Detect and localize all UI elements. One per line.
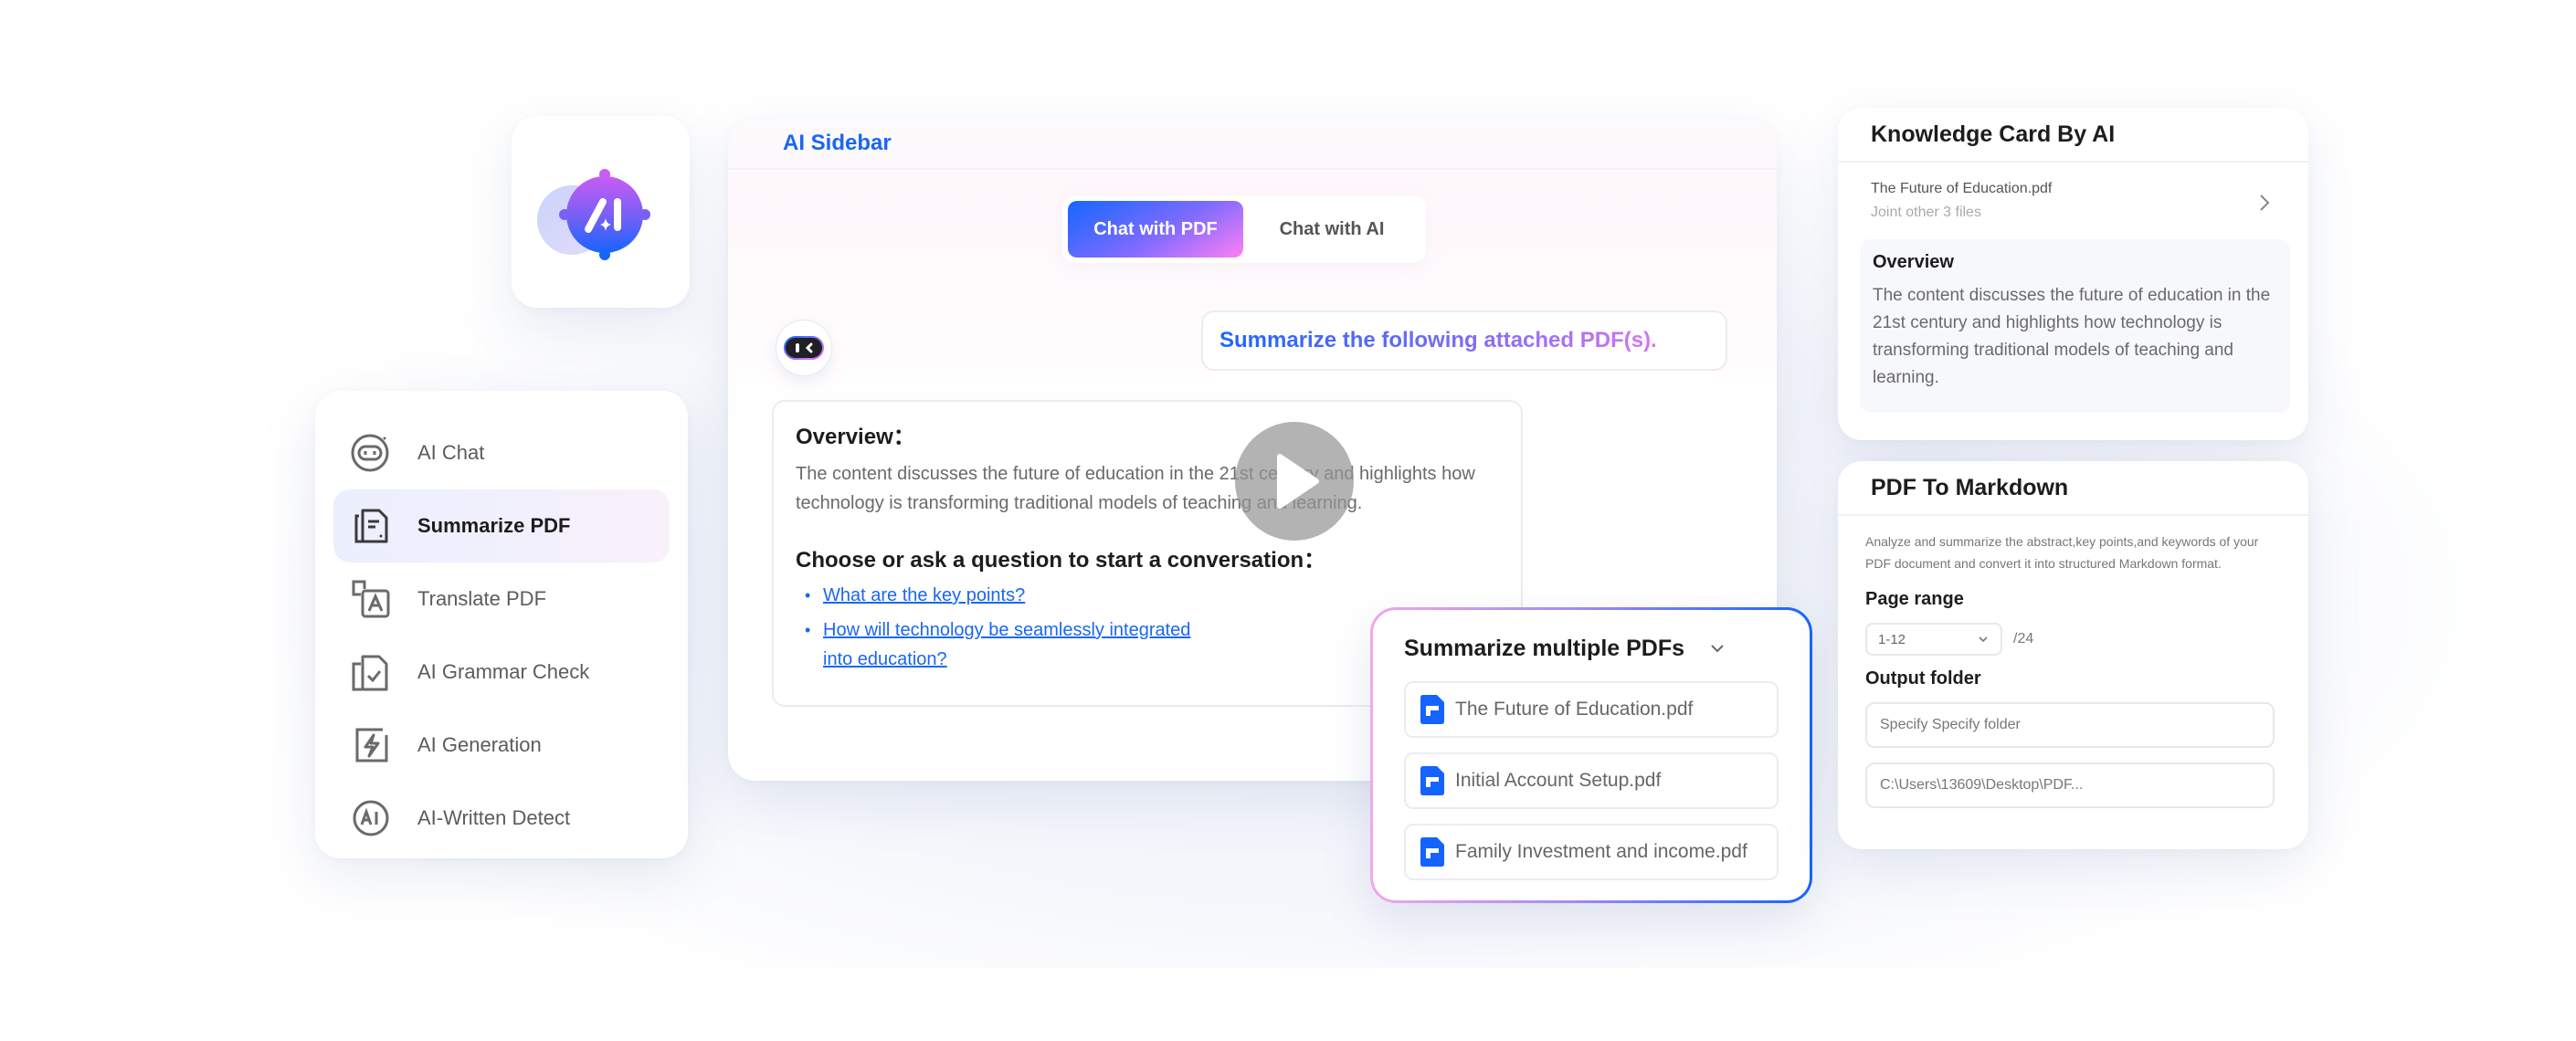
overview-text: The content discusses the future of educ… (1873, 286, 2271, 387)
pdf-file-icon (1420, 766, 1444, 795)
user-message-bubble: Summarize the following attached PDF(s). (1201, 310, 1727, 371)
chat-mode-tabs: Chat with PDF Chat with AI (1062, 195, 1426, 263)
feature-sidebar: AI Chat Summarize PDF Translate PDF AI G… (315, 391, 688, 858)
folder-input[interactable]: Specify Specify folder (1865, 702, 2275, 748)
sidebar-item-summarize-pdf[interactable]: Summarize PDF (333, 489, 670, 563)
sidebar-item-label: AI Chat (417, 441, 485, 464)
tab-chat-with-pdf[interactable]: Chat with PDF (1068, 201, 1243, 258)
knowledge-card-panel: Knowledge Card By AI The Future of Educa… (1838, 108, 2308, 440)
ai-detect-icon (350, 797, 392, 839)
markdown-title: PDF To Markdown (1838, 461, 2308, 516)
robot-chat-icon (350, 432, 392, 474)
sidebar-item-label: Summarize PDF (417, 514, 571, 537)
sidebar-item-ai-chat[interactable]: AI Chat (333, 416, 670, 489)
page-range-select[interactable]: 1-12 (1865, 623, 2002, 656)
sidebar-item-label: AI Generation (417, 733, 542, 756)
question-item: What are the key points? (805, 581, 1499, 610)
knowledge-overview-box: Overview The content discusses the futur… (1860, 239, 2290, 413)
sidebar-item-label: AI Grammar Check (417, 660, 590, 683)
panel-title: AI Sidebar (783, 131, 892, 155)
bot-avatar (776, 320, 832, 376)
play-video-button[interactable] (1235, 422, 1354, 541)
pdf-file-icon (1420, 695, 1444, 724)
chevron-right-icon[interactable] (2257, 192, 2272, 214)
file-subtitle: Joint other 3 files (1871, 205, 1981, 220)
grammar-check-icon (350, 651, 392, 693)
file-name: Family Investment and income.pdf (1455, 841, 1747, 862)
file-name: Initial Account Setup.pdf (1455, 770, 1662, 791)
overview-heading: Overview (1873, 252, 1954, 272)
overview-heading: Overview： (796, 425, 915, 449)
file-name: The Future of Education.pdf (1871, 181, 2053, 196)
file-item[interactable]: Initial Account Setup.pdf (1404, 752, 1779, 809)
sidebar-item-translate-pdf[interactable]: Translate PDF (333, 563, 670, 636)
knowledge-card-title: Knowledge Card By AI (1838, 108, 2308, 163)
summarize-doc-icon (350, 505, 392, 547)
questions-heading: Choose or ask a question to start a conv… (796, 548, 1326, 573)
output-folder-label: Output folder (1865, 668, 1981, 689)
page-total: /24 (2013, 631, 2034, 647)
multi-pdf-title: Summarize multiple PDFs (1404, 635, 1685, 661)
markdown-description: Analyze and summarize the abstract,key p… (1865, 534, 2259, 571)
file-name: The Future of Education.pdf (1455, 699, 1694, 720)
question-link[interactable]: How will technology be seamlessly integr… (823, 615, 1225, 674)
question-link[interactable]: What are the key points? (823, 581, 1225, 610)
play-icon (1277, 454, 1319, 509)
panel-header: AI Sidebar (728, 119, 1777, 170)
logo-card (512, 116, 690, 308)
sidebar-item-grammar-check[interactable]: AI Grammar Check (333, 636, 670, 709)
sidebar-item-ai-written-detect[interactable]: AI-Written Detect (333, 782, 670, 855)
chevron-down-icon (1979, 636, 1988, 643)
folder-path-field[interactable]: C:\Users\13609\Desktop\PDF... (1865, 762, 2275, 808)
overview-text: The content discusses the future of educ… (796, 464, 1475, 513)
bot-face-icon (784, 336, 824, 360)
tab-chat-with-ai[interactable]: Chat with AI (1243, 201, 1420, 258)
sidebar-item-label: Translate PDF (417, 587, 547, 610)
multi-pdf-header[interactable]: Summarize multiple PDFs (1404, 630, 1779, 667)
sidebar-item-ai-generation[interactable]: AI Generation (333, 709, 670, 782)
page-range-label: Page range (1865, 589, 1964, 609)
pdf-file-icon (1420, 837, 1444, 867)
knowledge-card-file[interactable]: The Future of Education.pdf Joint other … (1838, 163, 2308, 236)
page-range-value: 1-12 (1878, 631, 1906, 647)
sidebar-item-label: AI-Written Detect (417, 806, 571, 829)
user-message-text: Summarize the following attached PDF(s). (1219, 328, 1657, 352)
pdf-to-markdown-panel: PDF To Markdown Analyze and summarize th… (1838, 461, 2308, 849)
chevron-down-icon[interactable] (1708, 639, 1726, 657)
file-item[interactable]: The Future of Education.pdf (1404, 681, 1779, 738)
ai-logo-icon (537, 160, 665, 269)
translate-icon (350, 578, 392, 620)
summarize-multiple-pdfs-card: Summarize multiple PDFs The Future of Ed… (1370, 607, 1812, 903)
lightning-doc-icon (350, 724, 392, 766)
file-item[interactable]: Family Investment and income.pdf (1404, 824, 1779, 880)
